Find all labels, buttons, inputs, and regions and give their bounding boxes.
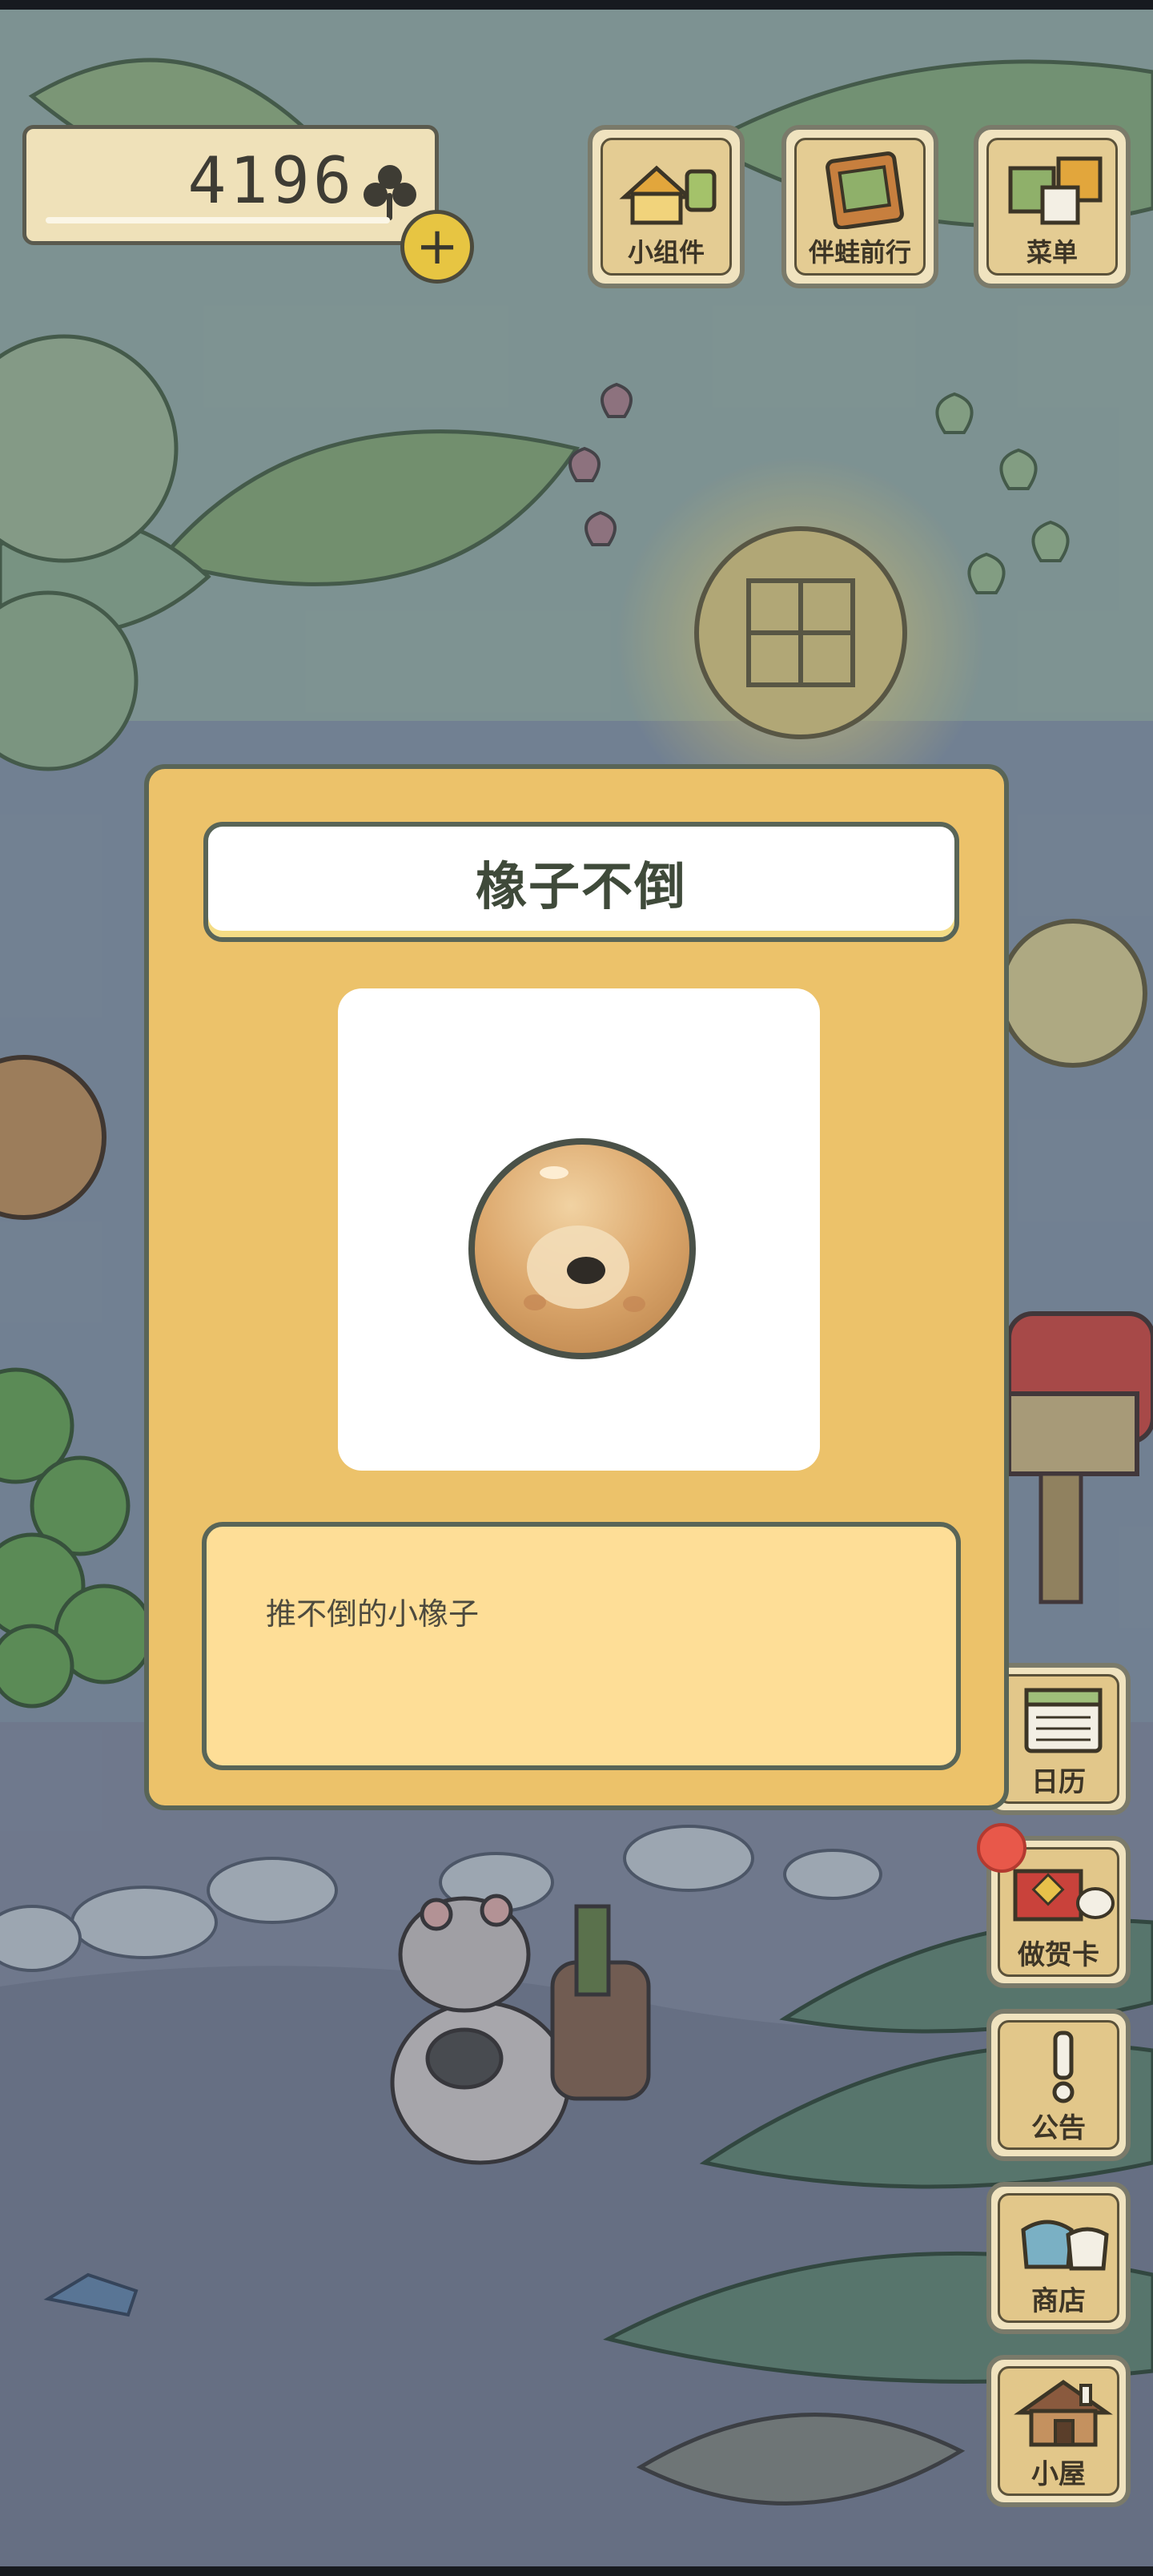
item-description-box: 推不倒的小橡子	[202, 1522, 961, 1770]
item-image-card	[338, 988, 820, 1471]
menu-cards-icon	[1008, 156, 1103, 225]
clover-count: 4196	[187, 143, 355, 218]
house-button[interactable]: 小屋	[986, 2355, 1131, 2507]
plus-icon: +	[416, 217, 459, 276]
item-title-box: 橡子不倒	[203, 822, 959, 942]
widget-icon	[619, 165, 717, 225]
counter-highlight	[46, 217, 390, 223]
travel-companion-button[interactable]: 伴蛙前行	[781, 125, 938, 288]
calendar-icon	[1024, 1688, 1103, 1753]
travel-companion-label: 伴蛙前行	[808, 237, 911, 268]
house-icon	[1014, 2379, 1113, 2447]
notice-button[interactable]: 公告	[986, 2009, 1131, 2161]
clover-icon	[364, 165, 416, 220]
menu-label: 菜单	[1026, 237, 1078, 268]
item-detail-dialog[interactable]: 橡子不倒 推不倒的小橡子	[144, 764, 1009, 1810]
calendar-label: 日历	[1031, 1766, 1086, 1798]
notice-label: 公告	[1031, 2112, 1086, 2144]
greeting-card-label: 做贺卡	[1018, 1939, 1099, 1971]
item-description: 推不倒的小橡子	[266, 1596, 480, 1632]
widget-label: 小组件	[627, 237, 705, 268]
shop-bags-icon	[1021, 2220, 1109, 2271]
notification-badge	[977, 1823, 1026, 1873]
clover-counter: 4196	[22, 125, 439, 245]
photo-album-icon	[826, 151, 904, 229]
shop-button[interactable]: 商店	[986, 2182, 1131, 2334]
widget-button[interactable]: 小组件	[588, 125, 745, 288]
shop-label: 商店	[1031, 2285, 1086, 2317]
acorn-tumbler-icon	[468, 1138, 696, 1359]
item-title: 橡子不倒	[476, 858, 687, 917]
add-clover-button[interactable]: +	[400, 210, 474, 284]
house-label: 小屋	[1031, 2458, 1086, 2490]
menu-button[interactable]: 菜单	[974, 125, 1131, 288]
notice-icon	[1052, 2031, 1075, 2103]
